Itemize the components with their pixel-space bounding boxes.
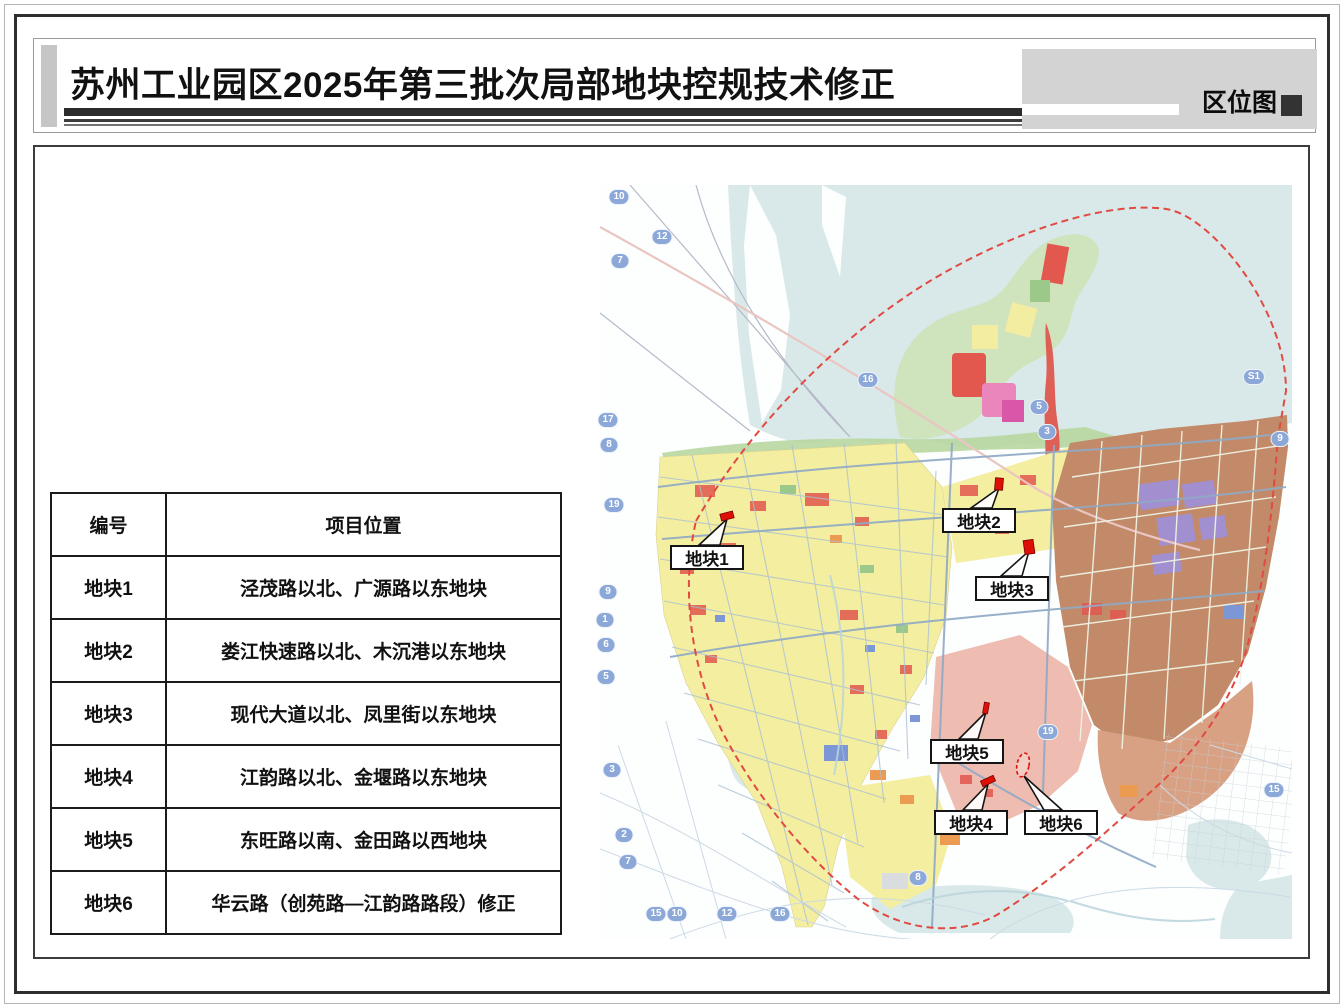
table-row: 地块6华云路（创苑路—江韵路路段）修正 (51, 871, 561, 934)
plot-location: 江韵路以北、金堰路以东地块 (166, 745, 561, 808)
plot-id: 地块5 (51, 808, 166, 871)
table-row: 地块2娄江快速路以北、木沉港以东地块 (51, 619, 561, 682)
table-row: 地块4江韵路以北、金堰路以东地块 (51, 745, 561, 808)
table-row: 地块3现代大道以北、凤里街以东地块 (51, 682, 561, 745)
plot-location: 华云路（创苑路—江韵路路段）修正 (166, 871, 561, 934)
callout-leader (1024, 776, 1062, 810)
title-rule-thin (64, 124, 1022, 126)
plot-marker (720, 511, 734, 521)
title-rule-medium (64, 119, 1022, 122)
col-header-id: 编号 (51, 493, 166, 556)
table-row: 地块5东旺路以南、金田路以西地块 (51, 808, 561, 871)
content-box: 编号 项目位置 地块1泾茂路以北、广源路以东地块 地块2娄江快速路以北、木沉港以… (33, 145, 1310, 959)
plot-id: 地块6 (51, 871, 166, 934)
plot-id: 地块4 (51, 745, 166, 808)
plot-marker (1015, 752, 1032, 778)
table-header-row: 编号 项目位置 (51, 493, 561, 556)
title-accent-bar (41, 45, 57, 127)
col-header-location: 项目位置 (166, 493, 561, 556)
title-rule-thick (64, 108, 1022, 116)
plots-table: 编号 项目位置 地块1泾茂路以北、广源路以东地块 地块2娄江快速路以北、木沉港以… (50, 492, 562, 935)
callout-leader (699, 519, 727, 545)
callout-label: 地块3 (975, 576, 1049, 601)
corner-square-icon (1281, 95, 1302, 116)
table-row: 地块1泾茂路以北、广源路以东地块 (51, 556, 561, 619)
plot-marker (1023, 539, 1035, 554)
callout-leader (959, 712, 986, 739)
slide-page: 苏州工业园区2025年第三批次局部地块控规技术修正 区位图 编号 项目位置 地块… (0, 0, 1344, 1008)
plot-id: 地块1 (51, 556, 166, 619)
plot-id: 地块2 (51, 619, 166, 682)
plot-location: 娄江快速路以北、木沉港以东地块 (166, 619, 561, 682)
callout-label: 地块2 (942, 508, 1016, 533)
plot-location: 东旺路以南、金田路以西地块 (166, 808, 561, 871)
callout-leader (963, 784, 988, 810)
callout-label: 地块4 (934, 810, 1008, 835)
plot-marker (994, 478, 1003, 491)
plot-id: 地块3 (51, 682, 166, 745)
title-bar: 苏州工业园区2025年第三批次局部地块控规技术修正 区位图 (33, 38, 1316, 133)
plot-location: 现代大道以北、凤里街以东地块 (166, 682, 561, 745)
callout-leader (971, 488, 999, 508)
corner-white-strip (1022, 104, 1179, 115)
location-map: 10127178199165327151012168165319S1915 地块… (600, 185, 1292, 939)
plot-location: 泾茂路以北、广源路以东地块 (166, 556, 561, 619)
callout-label: 地块5 (930, 739, 1004, 764)
callout-label: 地块6 (1024, 810, 1098, 835)
page-title: 苏州工业园区2025年第三批次局部地块控规技术修正 (70, 57, 895, 108)
corner-label: 区位图 (1202, 91, 1277, 116)
callout-label: 地块1 (670, 545, 744, 570)
plot-marker (983, 702, 990, 714)
corner-panel: 区位图 (1022, 49, 1317, 129)
